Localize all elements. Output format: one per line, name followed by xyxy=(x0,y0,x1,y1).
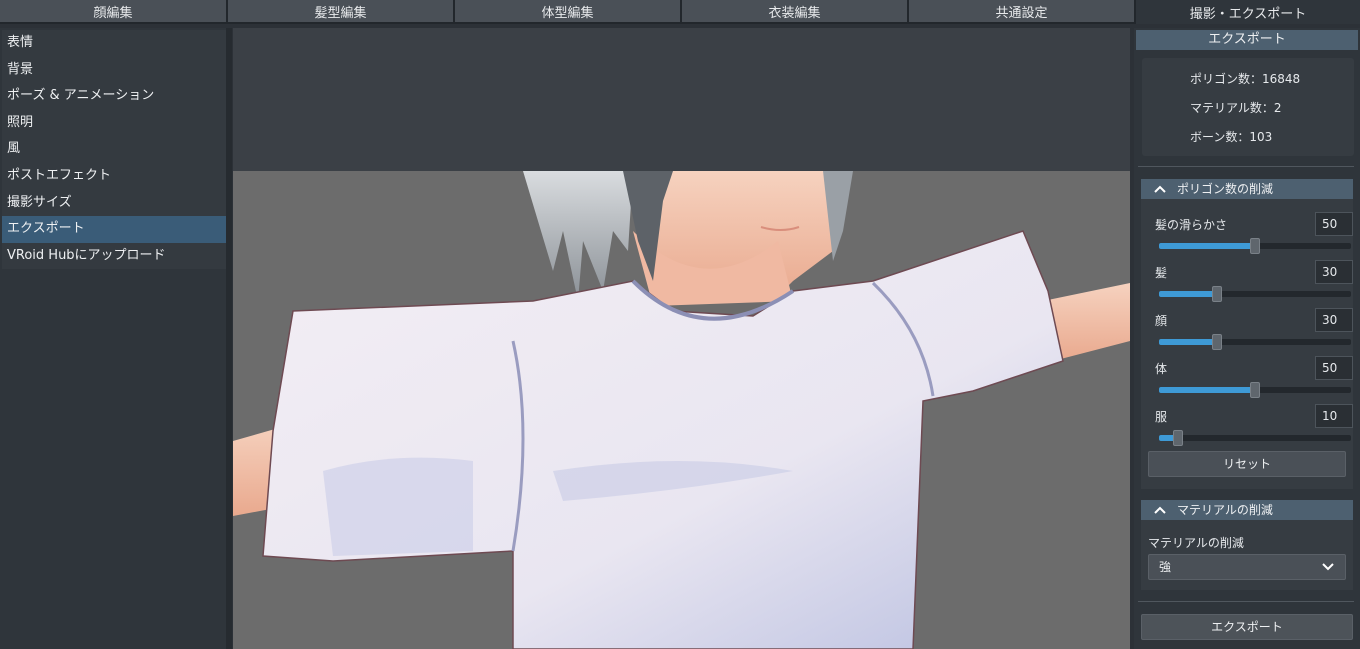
selected-value: 強 xyxy=(1159,560,1172,574)
slider-fill xyxy=(1159,291,1217,297)
sidebar-list: 表情 背景 ポーズ & アニメーション 照明 風 ポストエフェクト 撮影サイズ … xyxy=(2,30,226,270)
chevron-up-icon xyxy=(1154,185,1166,193)
character-illustration xyxy=(233,171,1130,649)
chevron-down-icon xyxy=(1322,563,1334,571)
sidebar-item-post-effect[interactable]: ポストエフェクト xyxy=(2,163,226,190)
slider-track[interactable] xyxy=(1159,430,1351,446)
tab-face-edit[interactable]: 顔編集 xyxy=(0,0,226,22)
value-input[interactable]: 50 xyxy=(1315,212,1353,236)
sidebar-item-pose-animation[interactable]: ポーズ & アニメーション xyxy=(2,83,226,110)
sidebar-item-export[interactable]: エクスポート xyxy=(2,216,226,243)
polygon-count: ポリゴン数：16848 xyxy=(1190,72,1301,86)
slider-thumb[interactable] xyxy=(1212,286,1222,302)
value-input[interactable]: 50 xyxy=(1315,356,1353,380)
tab-common-settings[interactable]: 共通設定 xyxy=(909,0,1134,22)
tab-body-edit[interactable]: 体型編集 xyxy=(455,0,680,22)
model-stats: ポリゴン数：16848 マテリアル数：2 ボーン数：103 xyxy=(1142,58,1354,156)
value-input[interactable]: 30 xyxy=(1315,260,1353,284)
sidebar-item-vroid-hub-upload[interactable]: VRoid Hubにアップロード xyxy=(2,243,226,270)
material-reduction-title: マテリアルの削減 xyxy=(1177,503,1273,517)
reset-button[interactable]: リセット xyxy=(1148,451,1346,477)
tab-outfit-edit[interactable]: 衣装編集 xyxy=(682,0,907,22)
slider-thumb[interactable] xyxy=(1212,334,1222,350)
slider-label: 髪 xyxy=(1155,266,1168,280)
app-window: 顔編集 髪型編集 体型編集 衣装編集 共通設定 撮影・エクスポート 表情 背景 … xyxy=(0,0,1360,649)
material-count: マテリアル数：2 xyxy=(1190,101,1282,115)
slider-label: 顔 xyxy=(1155,314,1168,328)
material-reduction-header[interactable]: マテリアルの削減 xyxy=(1141,500,1353,520)
slider-thumb[interactable] xyxy=(1250,382,1260,398)
slider-label: 服 xyxy=(1155,410,1168,424)
slider-thumb[interactable] xyxy=(1250,238,1260,254)
export-button[interactable]: エクスポート xyxy=(1141,614,1353,640)
slider-fill xyxy=(1159,243,1255,249)
material-reduction-select[interactable]: 強 xyxy=(1148,554,1346,580)
divider xyxy=(1138,166,1354,167)
tab-hair-edit[interactable]: 髪型編集 xyxy=(228,0,453,22)
polygon-reduction-body: 髪の滑らかさ 50 髪 30 顔 30 体 50 服 10 リセット xyxy=(1141,199,1353,489)
slider-label: 髪の滑らかさ xyxy=(1155,218,1228,232)
value-input[interactable]: 30 xyxy=(1315,308,1353,332)
sidebar-divider xyxy=(226,28,232,649)
polygon-reduction-title: ポリゴン数の削減 xyxy=(1177,182,1274,196)
export-panel: エクスポート ポリゴン数：16848 マテリアル数：2 ボーン数：103 ポリゴ… xyxy=(1134,28,1360,649)
tab-photo-export[interactable]: 撮影・エクスポート xyxy=(1136,0,1360,24)
divider xyxy=(1138,601,1354,602)
sidebar-item-lighting[interactable]: 照明 xyxy=(2,110,226,137)
material-reduction-body: マテリアルの削減 強 xyxy=(1141,520,1353,590)
slider-track[interactable] xyxy=(1159,238,1351,254)
top-tab-bar: 顔編集 髪型編集 体型編集 衣装編集 共通設定 撮影・エクスポート xyxy=(0,0,1360,24)
value-input[interactable]: 10 xyxy=(1315,404,1353,428)
slider-label: 体 xyxy=(1155,362,1168,376)
slider-thumb[interactable] xyxy=(1173,430,1183,446)
chevron-up-icon xyxy=(1154,506,1166,514)
3d-viewport[interactable] xyxy=(233,28,1130,649)
slider-fill xyxy=(1159,387,1255,393)
sidebar-item-shot-size[interactable]: 撮影サイズ xyxy=(2,190,226,217)
slider-track[interactable] xyxy=(1159,334,1351,350)
sidebar: 表情 背景 ポーズ & アニメーション 照明 風 ポストエフェクト 撮影サイズ … xyxy=(0,28,232,649)
slider-track[interactable] xyxy=(1159,286,1351,302)
slider-fill xyxy=(1159,339,1217,345)
sidebar-item-expression[interactable]: 表情 xyxy=(2,30,226,57)
bone-count: ボーン数：103 xyxy=(1190,130,1273,144)
slider-track[interactable] xyxy=(1159,382,1351,398)
polygon-reduction-header[interactable]: ポリゴン数の削減 xyxy=(1141,179,1353,199)
material-reduction-label: マテリアルの削減 xyxy=(1148,536,1244,550)
panel-title: エクスポート xyxy=(1136,30,1358,50)
sidebar-item-background[interactable]: 背景 xyxy=(2,57,226,84)
sidebar-item-wind[interactable]: 風 xyxy=(2,136,226,163)
character-render[interactable] xyxy=(233,171,1130,649)
